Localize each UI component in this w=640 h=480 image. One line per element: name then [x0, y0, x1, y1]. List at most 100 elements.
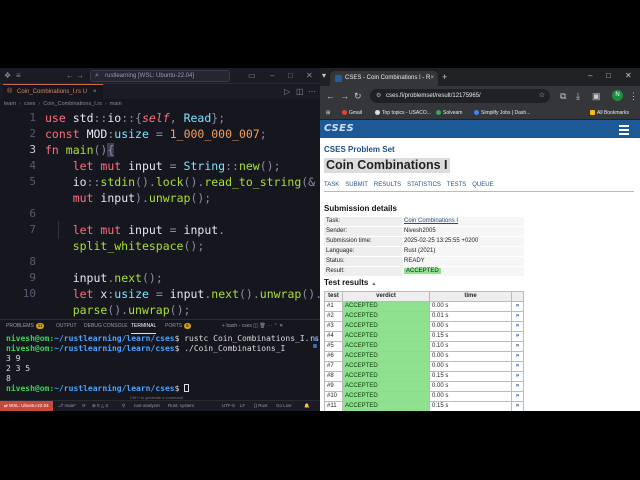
nav-tests[interactable]: TESTS	[447, 182, 466, 188]
profile-pin-icon[interactable]: ▣	[592, 90, 601, 102]
maximize-icon[interactable]: □	[606, 70, 611, 82]
line-number: 7	[29, 223, 36, 236]
breadcrumb-item[interactable]: cses	[24, 101, 35, 107]
terminal-shell-label[interactable]: bash - cses	[226, 323, 252, 329]
branch-indicator[interactable]: ⎇ main*	[58, 401, 76, 411]
tab-debug-console[interactable]: DEBUG CONSOLE	[84, 320, 128, 333]
code-editor[interactable]: 1 2 3 4 5 6 7 8 9 10 use std::io::{self,…	[0, 109, 320, 319]
tab-search-icon[interactable]: ▾	[322, 70, 326, 82]
back-arrow-icon[interactable]: ←	[66, 68, 74, 84]
bookmark-star-icon[interactable]: ☆	[539, 89, 545, 103]
run-icon[interactable]: ▷	[284, 87, 290, 96]
menu-icon[interactable]: ≡	[16, 68, 21, 84]
browser-tab[interactable]: CSES - Coin Combinations I - R ×	[330, 71, 438, 86]
breadcrumb-item[interactable]: learn	[4, 101, 16, 107]
remote-indicator[interactable]: ⇄ WSL: Ubuntu-22.04	[0, 401, 53, 411]
terminal-output[interactable]: nivesh@om:~/rustlearning/learn/cses$ rus…	[6, 334, 319, 394]
minimize-icon[interactable]: –	[270, 68, 274, 84]
forward-button[interactable]: →	[340, 90, 349, 102]
language-mode[interactable]: {} Rust	[254, 401, 268, 411]
view-test-icon[interactable]: »	[511, 381, 524, 392]
nav-results[interactable]: RESULTS	[374, 182, 401, 188]
problems-indicator[interactable]: ⊗ 0 △ 0	[92, 401, 108, 411]
encoding-status[interactable]: UTF-8	[222, 401, 235, 411]
new-tab-button[interactable]: +	[442, 71, 447, 83]
terminal-instance[interactable]	[313, 337, 317, 341]
more-actions-icon[interactable]: ⋯	[267, 323, 272, 329]
split-terminal-icon[interactable]: ◫	[253, 323, 258, 329]
view-test-icon[interactable]: »	[511, 301, 524, 312]
reload-button[interactable]: ↻	[354, 90, 362, 102]
bell-icon[interactable]: 🔔	[304, 401, 310, 411]
address-bar[interactable]: ⚙ cses.fi/problemset/result/12175965/ ☆	[370, 89, 550, 103]
view-test-icon[interactable]: »	[511, 321, 524, 332]
line-number: 9	[29, 271, 36, 284]
cses-logo[interactable]: CSES	[324, 123, 362, 135]
table-row: #4 ACCEPTED 0.15 s»	[324, 331, 524, 342]
bookmark-simplify[interactable]: Simplify Jobs | Dash...	[474, 106, 530, 120]
go-live-button[interactable]: Go Live	[276, 401, 292, 411]
view-test-icon[interactable]: »	[511, 351, 524, 362]
close-panel-icon[interactable]: ✕	[279, 323, 283, 329]
tab-terminal[interactable]: TERMINAL	[131, 320, 157, 334]
nav-task[interactable]: TASK	[324, 182, 339, 188]
ports-icon[interactable]: ⚲	[122, 401, 125, 411]
bookmark-usaco[interactable]: Top topics - USACO...	[375, 106, 431, 120]
close-icon[interactable]: ✕	[625, 70, 632, 82]
chrome-menu-icon[interactable]: ⋮	[629, 90, 638, 102]
terminal-panel[interactable]: PROBLEMS 11 OUTPUT DEBUG CONSOLE TERMINAL…	[0, 319, 320, 400]
test-results-heading[interactable]: Test results ▲	[324, 278, 376, 287]
trash-icon[interactable]: 🗑	[259, 323, 265, 329]
task-link[interactable]: Coin Combinations I	[404, 218, 458, 224]
line-number: 4	[29, 159, 36, 172]
view-test-icon[interactable]: »	[511, 341, 524, 352]
tab-close-icon[interactable]: ×	[93, 89, 97, 95]
view-test-icon[interactable]: »	[511, 331, 524, 342]
breadcrumb-item[interactable]: main	[110, 101, 122, 107]
minimize-icon[interactable]: –	[588, 70, 592, 82]
nav-statistics[interactable]: STATISTICS	[407, 182, 441, 188]
layout-icon[interactable]: ▭	[248, 68, 256, 84]
apps-icon[interactable]: ⊞	[326, 106, 330, 120]
view-test-icon[interactable]: »	[511, 311, 524, 322]
extensions-icon[interactable]: ⧉	[560, 90, 566, 102]
bookmark-gmail[interactable]: Gmail	[342, 106, 362, 120]
view-test-icon[interactable]: »	[511, 401, 524, 411]
close-tab-icon[interactable]: ×	[430, 71, 434, 85]
more-actions-icon[interactable]: ⋯	[308, 87, 316, 96]
nav-queue[interactable]: QUEUE	[472, 182, 493, 188]
problem-set-link[interactable]: CSES Problem Set	[324, 145, 395, 154]
profile-avatar[interactable]: N	[612, 90, 623, 101]
vscode-logo-icon: ❖	[4, 71, 12, 80]
breadcrumb-item[interactable]: Coin_Combinations_I.rs	[43, 101, 102, 107]
maximize-icon[interactable]: □	[288, 68, 293, 84]
back-button[interactable]: ←	[326, 90, 335, 102]
downloads-icon[interactable]: ⤓	[576, 90, 580, 102]
forward-arrow-icon[interactable]: →	[76, 68, 84, 84]
new-terminal-icon[interactable]: +	[222, 323, 225, 329]
terminal-line: 3 9	[6, 354, 21, 363]
eol-status[interactable]: LF	[240, 401, 245, 411]
maximize-panel-icon[interactable]: ⌃	[274, 323, 278, 329]
sync-icon[interactable]: ⟳	[82, 401, 86, 411]
site-info-icon[interactable]: ⚙	[376, 89, 381, 103]
bookmark-solveam[interactable]: Solveam	[436, 106, 462, 120]
terminal-instance[interactable]	[313, 344, 317, 348]
tab-output[interactable]: OUTPUT	[56, 320, 77, 333]
command-center-search[interactable]: ⌕ rustlearning [WSL: Ubuntu-22.04]	[90, 70, 230, 82]
view-test-icon[interactable]: »	[511, 371, 524, 382]
all-bookmarks[interactable]: All Bookmarks	[590, 106, 629, 120]
nav-submit[interactable]: SUBMIT	[345, 182, 368, 188]
close-icon[interactable]: ✕	[306, 68, 313, 84]
view-test-icon[interactable]: »	[511, 391, 524, 402]
rust-toolchain-status[interactable]: Rust: system	[168, 401, 194, 411]
table-row: #6 ACCEPTED 0.00 s»	[324, 351, 524, 362]
hamburger-menu-icon[interactable]	[619, 123, 629, 135]
table-header: test verdict time	[324, 291, 524, 302]
tab-problems[interactable]: PROBLEMS 11	[6, 320, 45, 333]
split-editor-icon[interactable]: ◫	[296, 87, 304, 96]
tab-coin-combinations[interactable]: ® Coin_Combinations_I.rs U ×	[3, 84, 103, 99]
tab-ports[interactable]: PORTS 6	[165, 320, 191, 333]
rust-analyzer-status[interactable]: rust-analyzer	[134, 401, 160, 411]
view-test-icon[interactable]: »	[511, 361, 524, 372]
